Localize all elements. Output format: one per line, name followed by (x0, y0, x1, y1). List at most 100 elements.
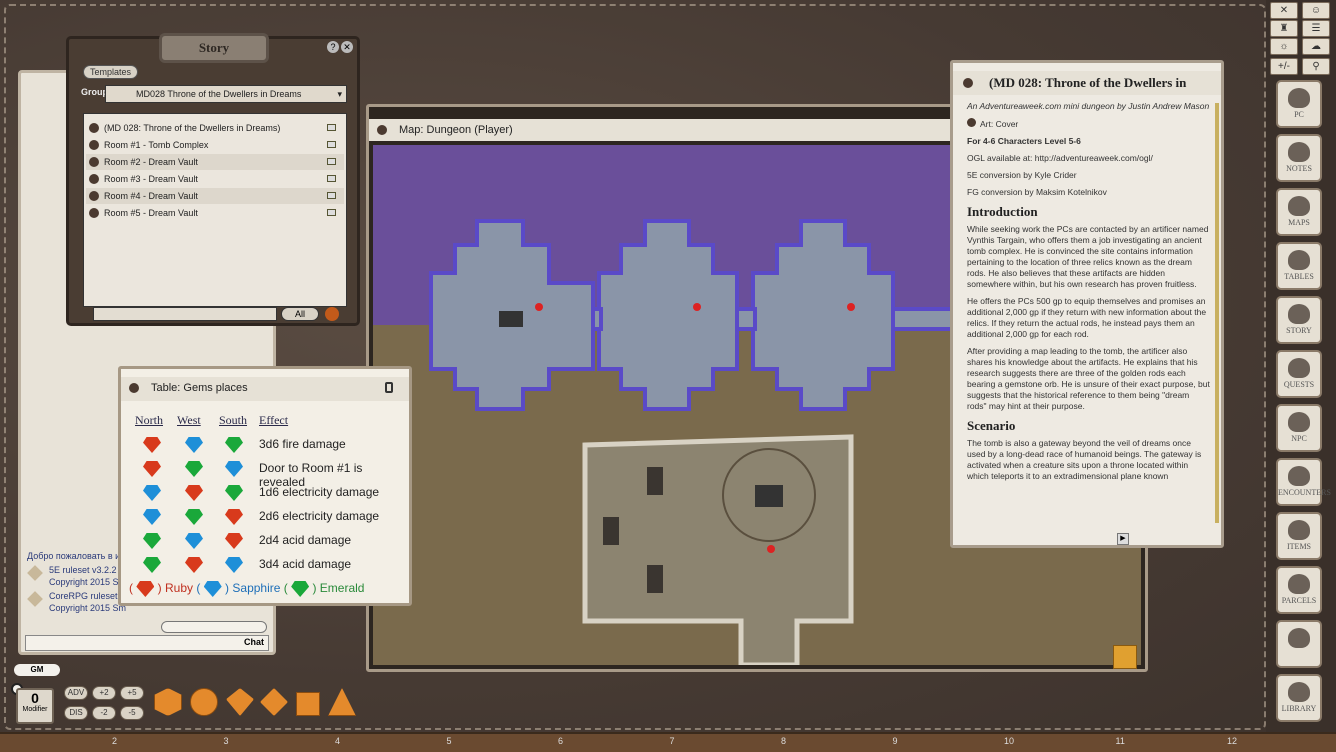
story-filter-input[interactable] (93, 307, 277, 321)
ruleset-icon (27, 565, 43, 581)
map-pin-icon[interactable] (693, 303, 701, 311)
link-icon[interactable] (89, 174, 99, 184)
light-icon[interactable]: ☼ (1270, 38, 1298, 55)
close-icon[interactable]: ✕ (341, 41, 353, 53)
list-item[interactable]: Room #5 - Dream Vault (86, 205, 344, 221)
sarcophagus-icon (647, 565, 663, 593)
map-pin-icon[interactable] (767, 545, 775, 553)
sidebar-item-notes[interactable]: NOTES (1276, 134, 1322, 182)
play-icon[interactable]: ▶ (1117, 533, 1129, 545)
all-button[interactable]: All (281, 307, 319, 321)
list-item[interactable]: Room #1 - Tomb Complex (86, 137, 344, 153)
book-icon (327, 124, 336, 131)
character-icon[interactable]: ☺ (1302, 2, 1330, 19)
quests-icon (1288, 358, 1310, 378)
story-entry-window[interactable]: (MD 028: Throne of the Dwellers in An Ad… (950, 60, 1224, 548)
modifier-toggle-button[interactable]: +/- (1270, 58, 1298, 75)
link-icon[interactable] (89, 140, 99, 150)
chat-entry-copy: Copyright 2015 Sm (49, 577, 127, 587)
plus5-button[interactable]: +5 (120, 686, 144, 700)
minus5-button[interactable]: -5 (120, 706, 144, 720)
list-item[interactable]: Room #3 - Dream Vault (86, 171, 344, 187)
adv-button[interactable]: ADV (64, 686, 88, 700)
ruler-tick: 8 (781, 736, 787, 746)
sarcophagus-icon (647, 467, 663, 495)
sidebar-item-maps[interactable]: MAPS (1276, 188, 1322, 236)
map-tools-icon[interactable] (1113, 645, 1137, 669)
link-icon[interactable] (89, 208, 99, 218)
link-icon[interactable] (89, 157, 99, 167)
sidebar-item-pc[interactable]: PC (1276, 80, 1322, 128)
figure-icon[interactable]: ⚲ (1302, 58, 1330, 75)
module-icon[interactable]: ♜ (1270, 20, 1298, 37)
chat-entry-name: CoreRPG ruleset (49, 591, 118, 601)
sidebar-item-label: NOTES (1286, 164, 1312, 173)
chat-entry-name: 5E ruleset v3.2.2 (49, 565, 117, 575)
sapphire-icon (203, 581, 222, 597)
sidebar-item-encounters[interactable]: ENCOUNTERS (1276, 458, 1331, 506)
group-label: Group (81, 87, 108, 97)
sidebar-item-dice-tower[interactable] (1276, 620, 1322, 668)
list-item[interactable]: (MD 028: Throne of the Dwellers in Dream… (86, 120, 344, 136)
maps-icon (1288, 196, 1310, 216)
d12-icon[interactable] (190, 688, 218, 716)
ruler-tick: 12 (1227, 736, 1238, 746)
dis-button[interactable]: DIS (64, 706, 88, 720)
plus2-button[interactable]: +2 (92, 686, 116, 700)
chat-welcome: Добро пожаловать в и (27, 551, 121, 561)
chat-input[interactable]: Chat (25, 635, 269, 651)
ruby-icon (185, 485, 203, 501)
link-icon[interactable] (89, 191, 99, 201)
emerald-icon (225, 437, 243, 453)
effect-cell: 2d4 acid damage (259, 533, 352, 547)
ruler-tick: 3 (223, 736, 229, 746)
combat-icon[interactable]: ✕ (1270, 2, 1298, 19)
modifier-box[interactable]: 0 Modifier (16, 688, 54, 724)
list-item[interactable]: Room #2 - Dream Vault (86, 154, 344, 170)
tokens-icon[interactable]: ☁ (1302, 38, 1330, 55)
sidebar-item-quests[interactable]: QUESTS (1276, 350, 1322, 398)
link-icon[interactable] (377, 125, 387, 135)
scrollbar[interactable] (1215, 103, 1219, 523)
lock-icon[interactable] (385, 382, 393, 393)
entry-paragraph: After providing a map leading to the tom… (967, 346, 1210, 411)
story-list: (MD 028: Throne of the Dwellers in Dream… (83, 113, 347, 307)
help-icon[interactable]: ? (327, 41, 339, 53)
sidebar-item-items[interactable]: ITEMS (1276, 512, 1322, 560)
group-select[interactable]: MD028 Throne of the Dwellers in Dreams ▾ (105, 85, 347, 103)
link-icon[interactable] (967, 118, 976, 127)
book-icon (327, 141, 336, 148)
heading-introduction: Introduction (967, 204, 1038, 219)
effect-cell: 2d6 electricity damage (259, 509, 380, 523)
sidebar-item-library[interactable]: LIBRARY (1276, 674, 1322, 722)
templates-button[interactable]: Templates (83, 65, 139, 79)
chat-mode-select[interactable] (161, 621, 267, 633)
emerald-icon (143, 533, 161, 549)
link-icon[interactable] (89, 123, 99, 133)
minus2-button[interactable]: -2 (92, 706, 116, 720)
book-icon (327, 158, 336, 165)
d6-icon[interactable] (296, 692, 320, 716)
link-icon[interactable] (963, 78, 973, 88)
entry-body: An Adventureaweek.com mini dungeon by Ju… (967, 101, 1211, 488)
map-pin-icon[interactable] (535, 303, 543, 311)
sarcophagus-icon (603, 517, 619, 545)
link-icon[interactable] (129, 383, 139, 393)
list-item[interactable]: Room #4 - Dream Vault (86, 188, 344, 204)
sidebar-item-label: TABLES (1284, 272, 1314, 281)
library-icon (1288, 682, 1310, 702)
entry-paragraph: He offers the PCs 500 gp to equip themse… (967, 296, 1207, 339)
table-window[interactable]: Table: Gems places North West South Effe… (118, 366, 412, 606)
sidebar-item-npc[interactable]: NPC (1276, 404, 1322, 452)
sidebar-item-label: PC (1294, 110, 1304, 119)
story-window[interactable]: Story ? ✕ Templates Group MD028 Throne o… (66, 33, 360, 326)
edit-icon[interactable] (325, 307, 339, 321)
sidebar-item-tables[interactable]: TABLES (1276, 242, 1322, 290)
settings-icon[interactable]: ☰ (1302, 20, 1330, 37)
sidebar-item-story[interactable]: STORY (1276, 296, 1322, 344)
map-pin-icon[interactable] (847, 303, 855, 311)
sidebar-item-parcels[interactable]: PARCELS (1276, 566, 1322, 614)
sidebar-item-label: ITEMS (1287, 542, 1311, 551)
legend-sapphire: Sapphire (232, 581, 281, 596)
art-link[interactable]: Art: Cover (967, 118, 1211, 130)
